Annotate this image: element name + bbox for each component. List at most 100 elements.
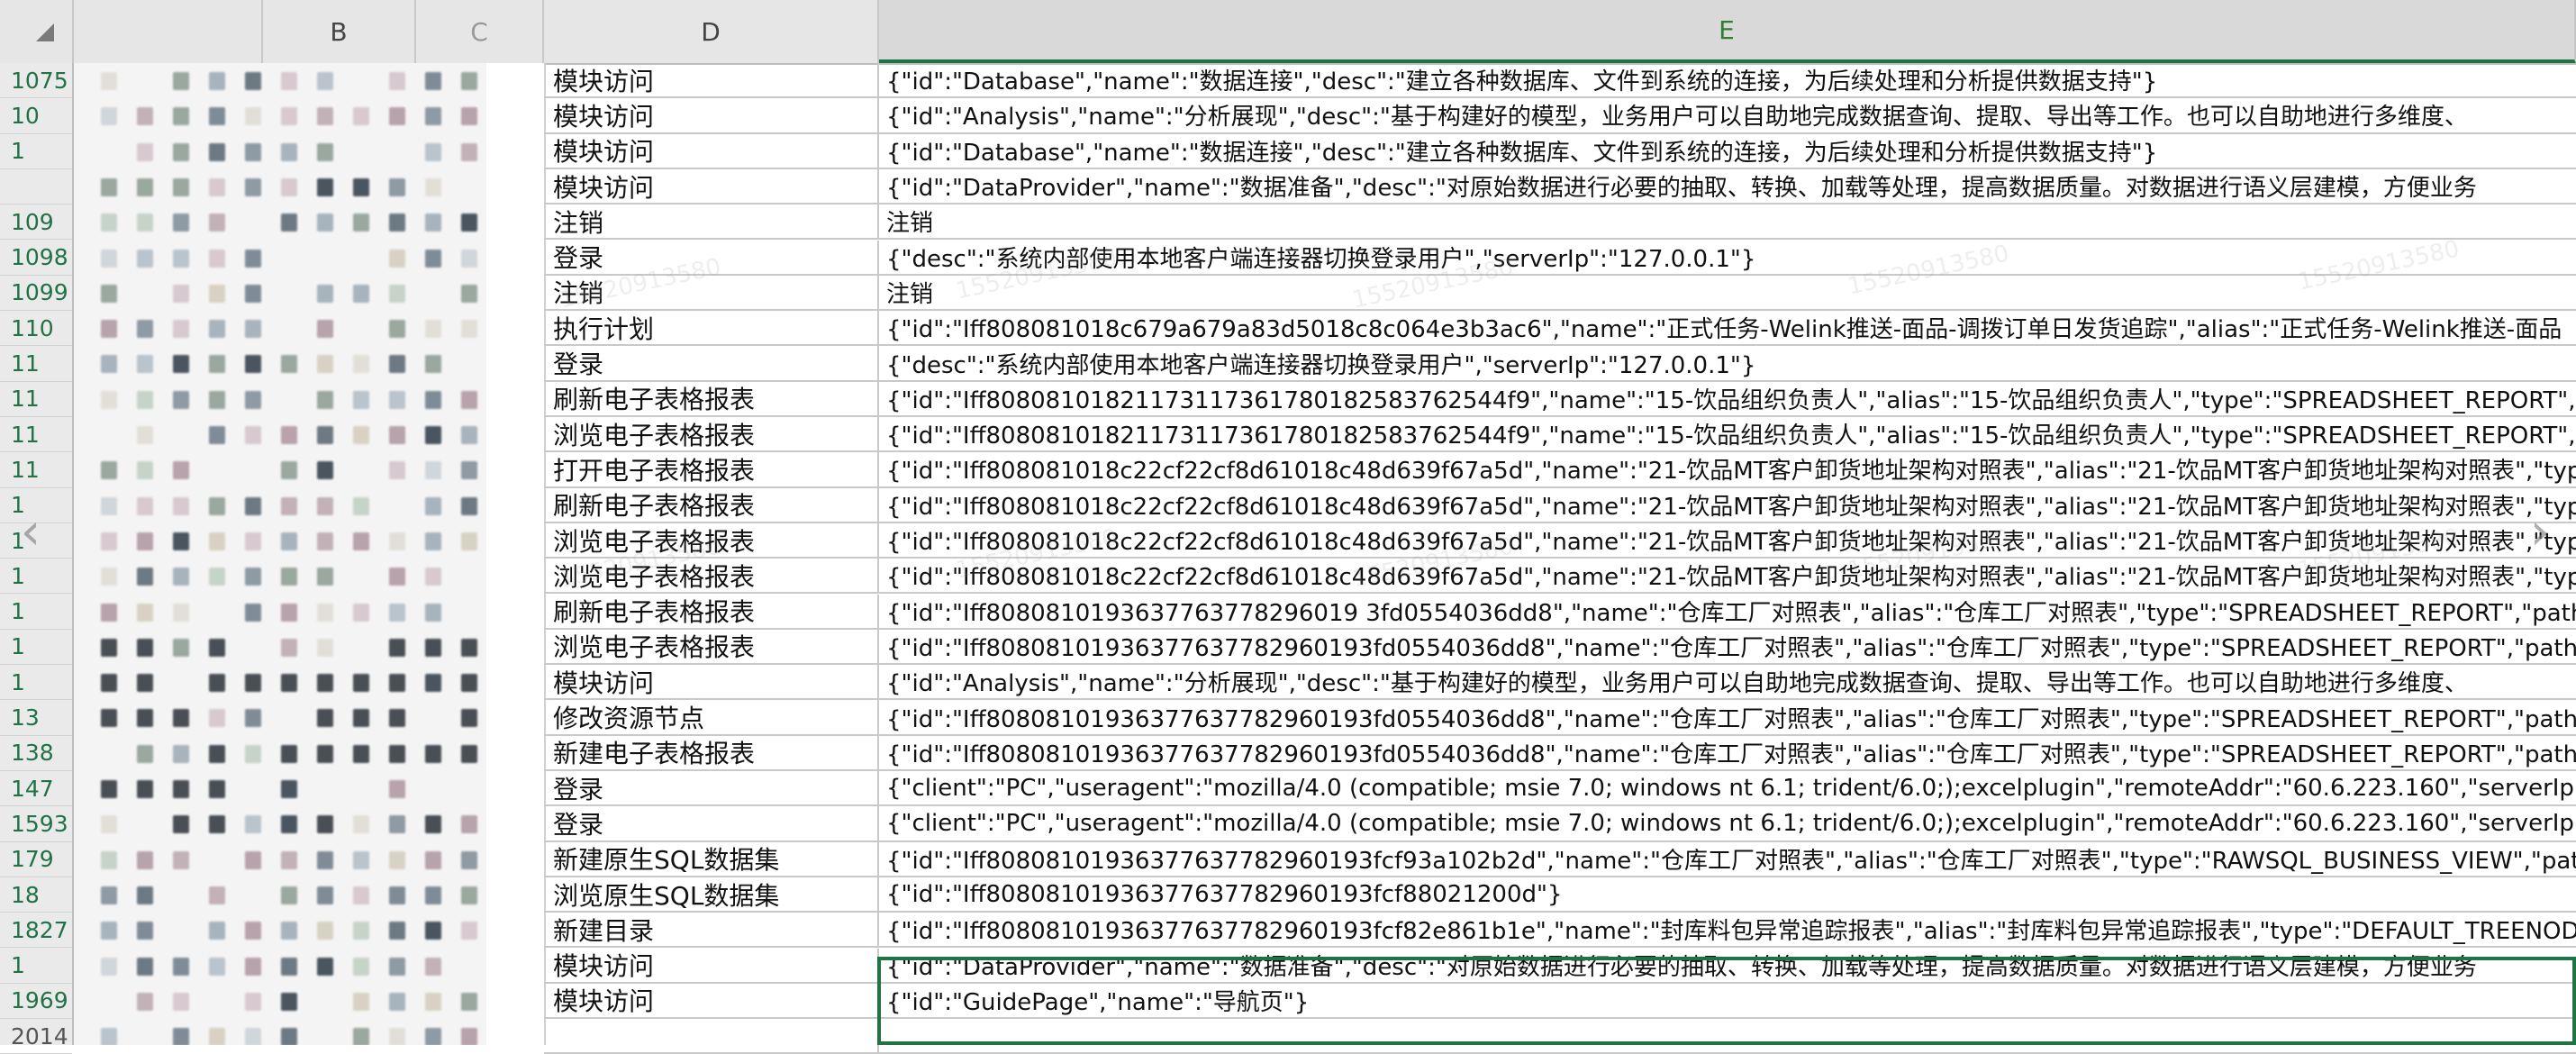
cell-detail[interactable]: {"desc":"系统内部使用本地客户端连接器切换登录用户","serverIp… (879, 346, 2576, 379)
cell-detail[interactable]: {"desc":"系统内部使用本地客户端连接器切换登录用户","serverIp… (879, 241, 2576, 274)
row-header[interactable]: 1 (0, 595, 72, 630)
cell-action[interactable]: 刷新电子表格报表 (544, 487, 879, 522)
row-header[interactable]: 1 (0, 134, 72, 169)
row-header[interactable]: 1 (0, 949, 72, 984)
cell-detail[interactable]: {"id":"Iff808081018c22cf22cf8d61018c48d6… (879, 523, 2576, 557)
row-header[interactable]: 11 (0, 452, 72, 488)
row-header[interactable]: 1827 (0, 913, 72, 949)
row-header[interactable]: 1 (0, 665, 72, 701)
cell-action[interactable]: 模块访问 (544, 983, 879, 1018)
cell-detail[interactable]: {"client":"PC","useragent":"mozilla/4.0 … (879, 771, 2576, 804)
cell-detail[interactable]: {"id":"Iff80808101936377637782960193fd05… (879, 700, 2576, 733)
column-header-b[interactable]: B (263, 0, 416, 63)
row-header[interactable]: 110 (0, 311, 72, 347)
cell-detail[interactable]: {"id":"Iff808081018c22cf22cf8d61018c48d6… (879, 559, 2576, 592)
cell-action[interactable]: 新建目录 (544, 913, 879, 947)
cell-action[interactable]: 打开电子表格报表 (544, 452, 879, 486)
row-header[interactable] (0, 169, 72, 205)
cell-detail[interactable]: {"id":"Iff808081018211731173617801825837… (879, 382, 2576, 415)
row-header[interactable]: 2014 (0, 1019, 72, 1054)
cell-detail[interactable]: {"id":"Iff80808101936377637782960193fd05… (879, 630, 2576, 663)
row-header[interactable]: 138 (0, 736, 72, 771)
cell-action[interactable]: 模块访问 (544, 168, 879, 204)
select-all-corner[interactable] (0, 0, 74, 63)
column-header-a[interactable] (74, 0, 263, 63)
table-row: 模块访问 {"id":"Database","name":"数据连接","desc… (544, 63, 2576, 99)
chevron-right-icon[interactable]: › (2522, 503, 2558, 561)
row-header[interactable]: 1075 (0, 63, 72, 99)
row-header[interactable]: 1 (0, 630, 72, 666)
cell-action[interactable]: 新建原生SQL数据集 (544, 841, 879, 876)
row-header[interactable]: 11 (0, 382, 72, 417)
cell-detail[interactable]: {"id":"Iff80808101936377637782960193fcf8… (879, 913, 2576, 946)
cell-detail[interactable]: {"id":"Iff80808101936377637782960193fcf9… (879, 842, 2576, 876)
blurred-cell (317, 461, 333, 480)
cell-detail[interactable]: {"id":"Iff8080810193637763778296019 3fd0… (879, 595, 2576, 628)
cell-detail[interactable]: {"id":"GuidePage","name":"导航页"} (879, 984, 2576, 1017)
cell-detail[interactable]: {"id":"Analysis","name":"分析展现","desc":"基… (879, 98, 2576, 132)
row-header[interactable]: 1098 (0, 241, 72, 276)
cell-action[interactable]: 浏览电子表格报表 (544, 559, 879, 593)
cell-action[interactable]: 模块访问 (544, 665, 879, 699)
row-header[interactable]: 11 (0, 346, 72, 382)
column-header-d[interactable]: D (544, 0, 879, 63)
row-header[interactable]: 13 (0, 700, 72, 736)
cell-action[interactable]: 执行计划 (544, 311, 879, 345)
cell-detail[interactable]: {"id":"Iff808081018c679a679a83d5018c8c06… (879, 311, 2576, 344)
cell-action[interactable]: 登录 (544, 346, 879, 380)
cell-detail[interactable]: {"id":"DataProvider","name":"数据准备","desc… (879, 949, 2576, 982)
cell-action[interactable]: 登录 (544, 240, 879, 274)
cell-action[interactable]: 模块访问 (544, 63, 879, 97)
cell-action[interactable]: 登录 (544, 806, 879, 840)
blurred-cell (173, 496, 189, 515)
row-header[interactable]: 179 (0, 842, 72, 877)
blurred-cell (353, 177, 369, 196)
cell-detail[interactable]: {"id":"Database","name":"数据连接","desc":"建… (879, 134, 2576, 168)
cell-detail[interactable]: {"id":"Iff80808101936377637782960193fcf8… (879, 877, 2576, 911)
row-header[interactable]: 1969 (0, 984, 72, 1020)
column-header-e[interactable]: E (879, 0, 2576, 63)
cell-detail[interactable]: 注销 (879, 276, 2576, 309)
row-header[interactable]: 11 (0, 417, 72, 453)
cell-detail[interactable]: {"id":"Analysis","name":"分析展现","desc":"基… (879, 665, 2576, 698)
blurred-cell (137, 320, 153, 339)
cell-action[interactable] (544, 1019, 879, 1053)
cell-detail[interactable] (879, 1019, 2576, 1052)
blurred-cell (137, 992, 153, 1011)
column-header-c[interactable]: C (416, 0, 544, 63)
cell-action[interactable]: 浏览电子表格报表 (544, 522, 879, 558)
cell-detail[interactable]: 注销 (879, 204, 2576, 238)
cell-action[interactable]: 模块访问 (544, 948, 879, 982)
cell-detail[interactable]: {"id":"Iff808081018c22cf22cf8d61018c48d6… (879, 488, 2576, 522)
cell-detail[interactable]: {"id":"Iff80808101936377637782960193fd05… (879, 736, 2576, 769)
row-header[interactable]: 1593 (0, 806, 72, 842)
cell-action[interactable]: 浏览电子表格报表 (544, 417, 879, 451)
blurred-cell (425, 107, 441, 126)
table-row: 浏览电子表格报表 {"id":"Iff8080810182117311736178… (544, 417, 2576, 453)
cell-action[interactable]: 新建电子表格报表 (544, 735, 879, 769)
blurred-cell (389, 249, 405, 268)
cell-detail[interactable]: {"id":"Database","name":"数据连接","desc":"建… (879, 63, 2576, 96)
cell-action[interactable]: 登录 (544, 771, 879, 805)
row-header[interactable]: 10 (0, 98, 72, 134)
cell-action[interactable]: 刷新电子表格报表 (544, 594, 879, 628)
row-header[interactable]: 18 (0, 877, 72, 913)
cell-action[interactable]: 注销 (544, 275, 879, 310)
cell-action[interactable]: 模块访问 (544, 98, 879, 132)
row-header[interactable]: 147 (0, 771, 72, 807)
cell-action[interactable]: 浏览原生SQL数据集 (544, 877, 879, 912)
cell-detail[interactable]: {"client":"PC","useragent":"mozilla/4.0 … (879, 806, 2576, 840)
cell-action[interactable]: 浏览电子表格报表 (544, 629, 879, 664)
column-c-cells[interactable] (486, 63, 546, 1045)
row-header[interactable]: 1099 (0, 276, 72, 312)
cell-detail[interactable]: {"id":"DataProvider","name":"数据准备","desc… (879, 169, 2576, 203)
cell-action[interactable]: 注销 (544, 204, 879, 239)
cell-detail[interactable]: {"id":"Iff808081018211731173617801825837… (879, 417, 2576, 450)
cell-action[interactable]: 刷新电子表格报表 (544, 381, 879, 415)
cell-action[interactable]: 修改资源节点 (544, 700, 879, 734)
row-header[interactable]: 109 (0, 204, 72, 241)
cell-detail[interactable]: {"id":"Iff808081018c22cf22cf8d61018c48d6… (879, 452, 2576, 486)
chevron-left-icon[interactable]: ‹ (13, 503, 49, 561)
cell-action[interactable]: 模块访问 (544, 133, 879, 168)
row-header[interactable]: 1 (0, 559, 72, 595)
